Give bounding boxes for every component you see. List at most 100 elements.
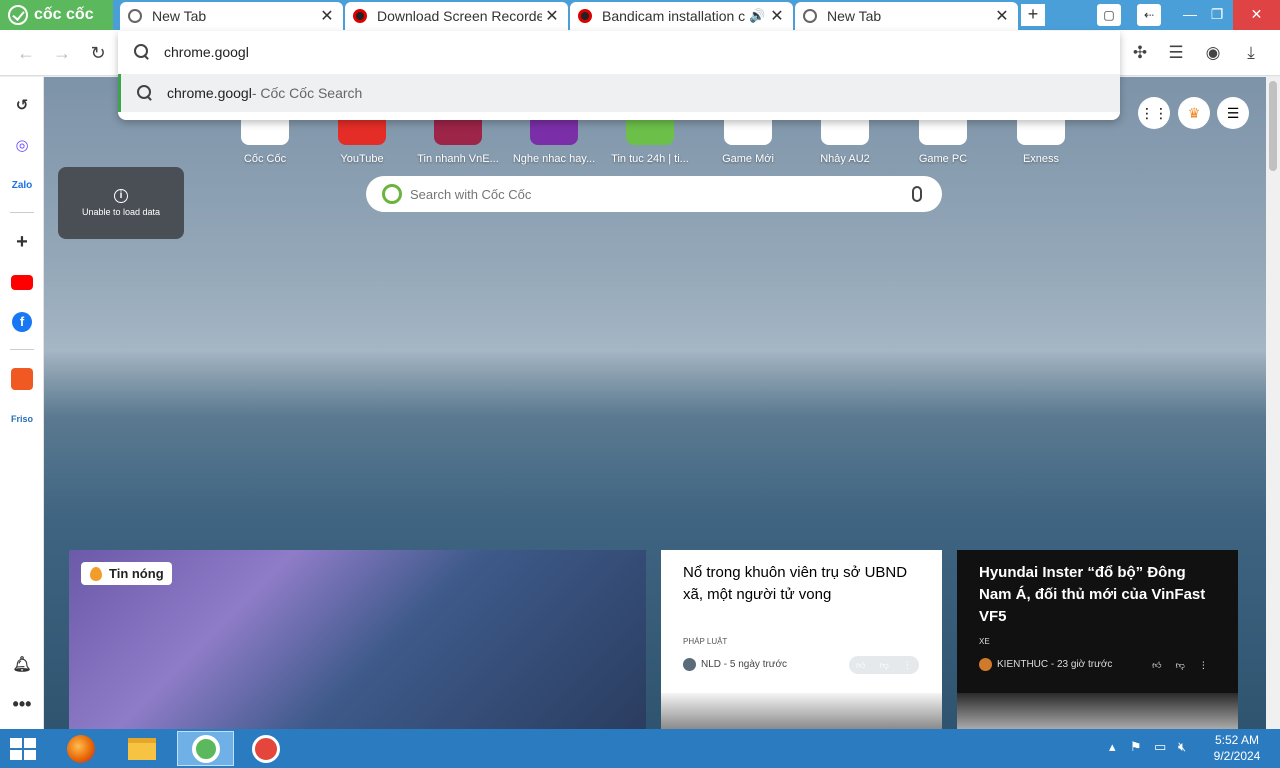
speed-dial-tile[interactable]: Game PC [895, 115, 991, 165]
clock-time: 5:52 AM [1214, 733, 1260, 747]
close-window-button[interactable]: ✕ [1233, 0, 1280, 30]
omnibox-dropdown: chrome.googl chrome.googl - Cốc Cốc Sear… [118, 31, 1120, 120]
screen-capture-icon[interactable]: ▢ [1097, 4, 1121, 26]
speed-dial-tile[interactable]: YouTube [314, 115, 410, 165]
hot-badge: Tin nóng [81, 562, 172, 585]
reload-icon[interactable]: ↻ [85, 40, 111, 66]
info-icon: i [114, 189, 128, 203]
scrollbar-thumb[interactable] [1269, 81, 1277, 171]
brand-label: cốc cốc [34, 6, 94, 23]
sidebar-divider [10, 212, 34, 213]
more-icon[interactable]: ••• [9, 691, 35, 717]
speed-dial-tile[interactable]: Exness [993, 115, 1089, 165]
news-actions: 👍︎ 👎︎ ⋮ [849, 656, 919, 674]
bandicam-icon[interactable] [240, 731, 292, 766]
friso-icon[interactable]: Friso [9, 406, 35, 432]
extensions-icon[interactable]: ✣ [1127, 40, 1153, 66]
bell-icon[interactable]: 🔔︎ [9, 651, 35, 677]
forward-icon[interactable]: → [49, 40, 75, 66]
close-icon[interactable]: ✕ [767, 6, 787, 26]
coccoc-icon [8, 5, 28, 25]
apps-grid-icon[interactable]: ⋮⋮ [1138, 97, 1170, 129]
microphone-icon[interactable] [912, 186, 922, 202]
windows-start-icon[interactable] [10, 738, 38, 760]
thumbs-down-icon[interactable]: 👎︎ [1176, 660, 1185, 671]
news-card[interactable]: Nổ trong khuôn viên trụ sở UBND xã, một … [661, 550, 942, 729]
thumbs-down-icon[interactable]: 👎︎ [880, 660, 889, 671]
thumbs-up-icon[interactable]: 👍︎ [856, 660, 865, 671]
news-source: KIENTHUC - 23 giờ trước [979, 658, 1112, 671]
news-image [661, 693, 942, 729]
news-category: PHÁP LUẬT [683, 637, 728, 646]
address-input[interactable]: chrome.googl [164, 44, 249, 60]
tile-label: Nghe nhac hay... [512, 153, 596, 165]
coccoc-leaf-icon [382, 184, 402, 204]
messenger-icon[interactable]: ◎ [9, 132, 35, 158]
coccoc-taskbar-icon[interactable] [177, 731, 234, 766]
tab-new-tab-active[interactable]: New Tab ✕ [795, 2, 1018, 30]
tab-bandicam-installation[interactable]: Bandicam installation c 🔊 ✕ [570, 2, 793, 30]
reading-list-icon[interactable]: ☰ [1163, 40, 1189, 66]
search-input[interactable] [410, 186, 912, 202]
tab-download-screen-recorder[interactable]: Download Screen Recorde ✕ [345, 2, 568, 30]
firefox-icon[interactable] [55, 731, 107, 766]
close-icon[interactable]: ✕ [317, 6, 337, 26]
speed-dial-tile[interactable]: Cốc Cốc [217, 115, 313, 165]
tile-label: Tin nhanh VnE... [417, 153, 499, 165]
profile-icon[interactable]: ◉ [1200, 40, 1226, 66]
news-card-featured[interactable]: Tin nóng [69, 550, 646, 729]
new-tab-button[interactable]: + [1021, 4, 1045, 26]
zalo-icon[interactable]: Zalo [9, 172, 35, 198]
news-actions: 👍︎ 👎︎ ⋮ [1145, 656, 1215, 674]
tile-label: Cốc Cốc [243, 153, 287, 165]
speed-dial-tile[interactable]: Nhảy AU2 [797, 115, 893, 165]
crown-icon[interactable]: ♛ [1178, 97, 1210, 129]
speed-dial-tile[interactable]: Nghe nhac hay... [506, 115, 602, 165]
close-icon[interactable]: ✕ [992, 6, 1012, 26]
action-center-icon[interactable]: ⚑ [1130, 739, 1142, 755]
scrollbar[interactable] [1266, 77, 1280, 729]
tab-new-tab-1[interactable]: New Tab ✕ [120, 2, 343, 30]
news-card[interactable]: Hyundai Inster “đổ bộ” Đông Nam Á, đối t… [957, 550, 1238, 729]
add-icon[interactable]: + [9, 229, 35, 255]
tile-label: Nhảy AU2 [820, 153, 870, 165]
tile-label: YouTube [340, 153, 384, 165]
download-icon[interactable]: ⤓ [1238, 40, 1264, 66]
coccoc-icon [128, 9, 142, 23]
thumbs-up-icon[interactable]: 👍︎ [1152, 660, 1161, 671]
speed-dial-tile[interactable]: Tin nhanh VnE... [410, 115, 506, 165]
new-tab-page: Cốc Cốc YouTube Tin nhanh VnE... Nghe nh… [44, 77, 1266, 729]
tab-title: Download Screen Recorde [377, 8, 542, 24]
source-text: KIENTHUC - 23 giờ trước [997, 659, 1113, 670]
speaker-icon[interactable]: 🔊 [749, 8, 767, 24]
error-card: i Unable to load data [58, 167, 184, 239]
youtube-icon[interactable] [9, 269, 35, 295]
tile-label: Exness [1022, 153, 1060, 165]
address-bar[interactable]: chrome.googl [118, 31, 1120, 73]
facebook-icon[interactable]: f [9, 309, 35, 335]
more-icon[interactable]: ⋮ [903, 660, 912, 671]
sidebar-divider [10, 349, 34, 350]
history-icon[interactable]: ↺ [9, 92, 35, 118]
search-box[interactable] [366, 176, 942, 212]
search-icon [137, 85, 153, 101]
customize-icon[interactable]: ☰ [1217, 97, 1249, 129]
tile-label: Game PC [918, 153, 968, 165]
close-icon[interactable]: ✕ [542, 6, 562, 26]
maximize-button[interactable]: ❐ [1197, 0, 1237, 30]
coccoc-logo[interactable]: cốc cốc [0, 0, 113, 30]
system-clock[interactable]: 5:52 AM 9/2/2024 [1205, 732, 1269, 764]
back-icon[interactable]: ← [13, 40, 39, 66]
sidebar: ↺ ◎ Zalo + f Friso 🔔︎ ••• [0, 77, 44, 729]
tab-title: New Tab [827, 8, 882, 24]
speed-dial-tile[interactable]: Game Mới [700, 115, 796, 165]
speed-dial-tile[interactable]: Tin tuc 24h | ti... [602, 115, 698, 165]
file-explorer-icon[interactable] [116, 731, 168, 766]
volume-muted-icon[interactable]: 🔇︎ [1178, 739, 1186, 755]
show-hidden-icons[interactable]: ▴ [1109, 739, 1116, 755]
omnibox-suggestion[interactable]: chrome.googl - Cốc Cốc Search [118, 74, 1120, 112]
more-icon[interactable]: ⋮ [1199, 660, 1208, 671]
shopee-icon[interactable] [9, 366, 35, 392]
back-window-icon[interactable]: ⇠ [1137, 4, 1161, 26]
network-icon[interactable]: ▭ [1154, 739, 1166, 755]
